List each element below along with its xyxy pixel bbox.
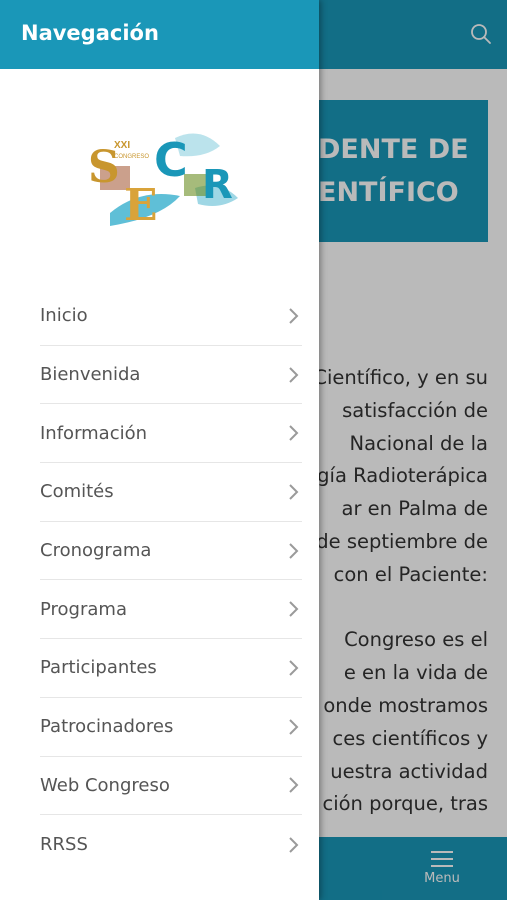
nav-item-programa[interactable]: Programa (40, 580, 302, 640)
drawer-title: Navegación (21, 21, 159, 45)
nav-item-label: Inicio (40, 305, 88, 327)
svg-text:XXI: XXI (114, 140, 130, 151)
chevron-right-icon (289, 660, 299, 676)
nav-menu: Inicio Bienvenida Información Comités Cr… (40, 287, 302, 874)
nav-item-label: Participantes (40, 657, 157, 679)
drawer-header: Navegación (0, 0, 319, 69)
nav-item-rrss[interactable]: RRSS (40, 815, 302, 874)
nav-item-web-congreso[interactable]: Web Congreso (40, 757, 302, 816)
nav-item-patrocinadores[interactable]: Patrocinadores (40, 698, 302, 757)
svg-text:E: E (124, 180, 158, 230)
chevron-right-icon (289, 777, 299, 794)
chevron-right-icon (289, 601, 299, 617)
nav-item-label: Comités (40, 481, 114, 503)
nav-item-label: RRSS (40, 834, 88, 856)
nav-item-inicio[interactable]: Inicio (40, 287, 302, 346)
svg-text:C: C (154, 133, 188, 187)
chevron-right-icon (289, 425, 299, 441)
nav-item-cronograma[interactable]: Cronograma (40, 522, 302, 581)
nav-item-label: Bienvenida (40, 364, 141, 386)
nav-item-informacion[interactable]: Información (40, 404, 302, 464)
nav-item-label: Patrocinadores (40, 716, 174, 738)
svg-text:R: R (202, 162, 233, 208)
nav-item-label: Web Congreso (40, 774, 170, 796)
navigation-drawer: Navegación S E C R XXI CONGRESO Inicio B… (0, 0, 319, 900)
nav-item-label: Información (40, 422, 148, 444)
congress-logo: S E C R XXI CONGRESO (80, 118, 245, 231)
nav-item-participantes[interactable]: Participantes (40, 639, 302, 698)
nav-item-bienvenida[interactable]: Bienvenida (40, 346, 302, 405)
nav-item-label: Programa (40, 598, 127, 620)
svg-text:CONGRESO: CONGRESO (114, 154, 149, 160)
chevron-right-icon (289, 484, 299, 500)
chevron-right-icon (289, 542, 299, 559)
chevron-right-icon (289, 718, 299, 735)
nav-item-comites[interactable]: Comités (40, 463, 302, 522)
nav-item-label: Cronograma (40, 540, 152, 562)
chevron-right-icon (289, 836, 299, 853)
chevron-right-icon (289, 366, 299, 383)
chevron-right-icon (289, 308, 299, 324)
